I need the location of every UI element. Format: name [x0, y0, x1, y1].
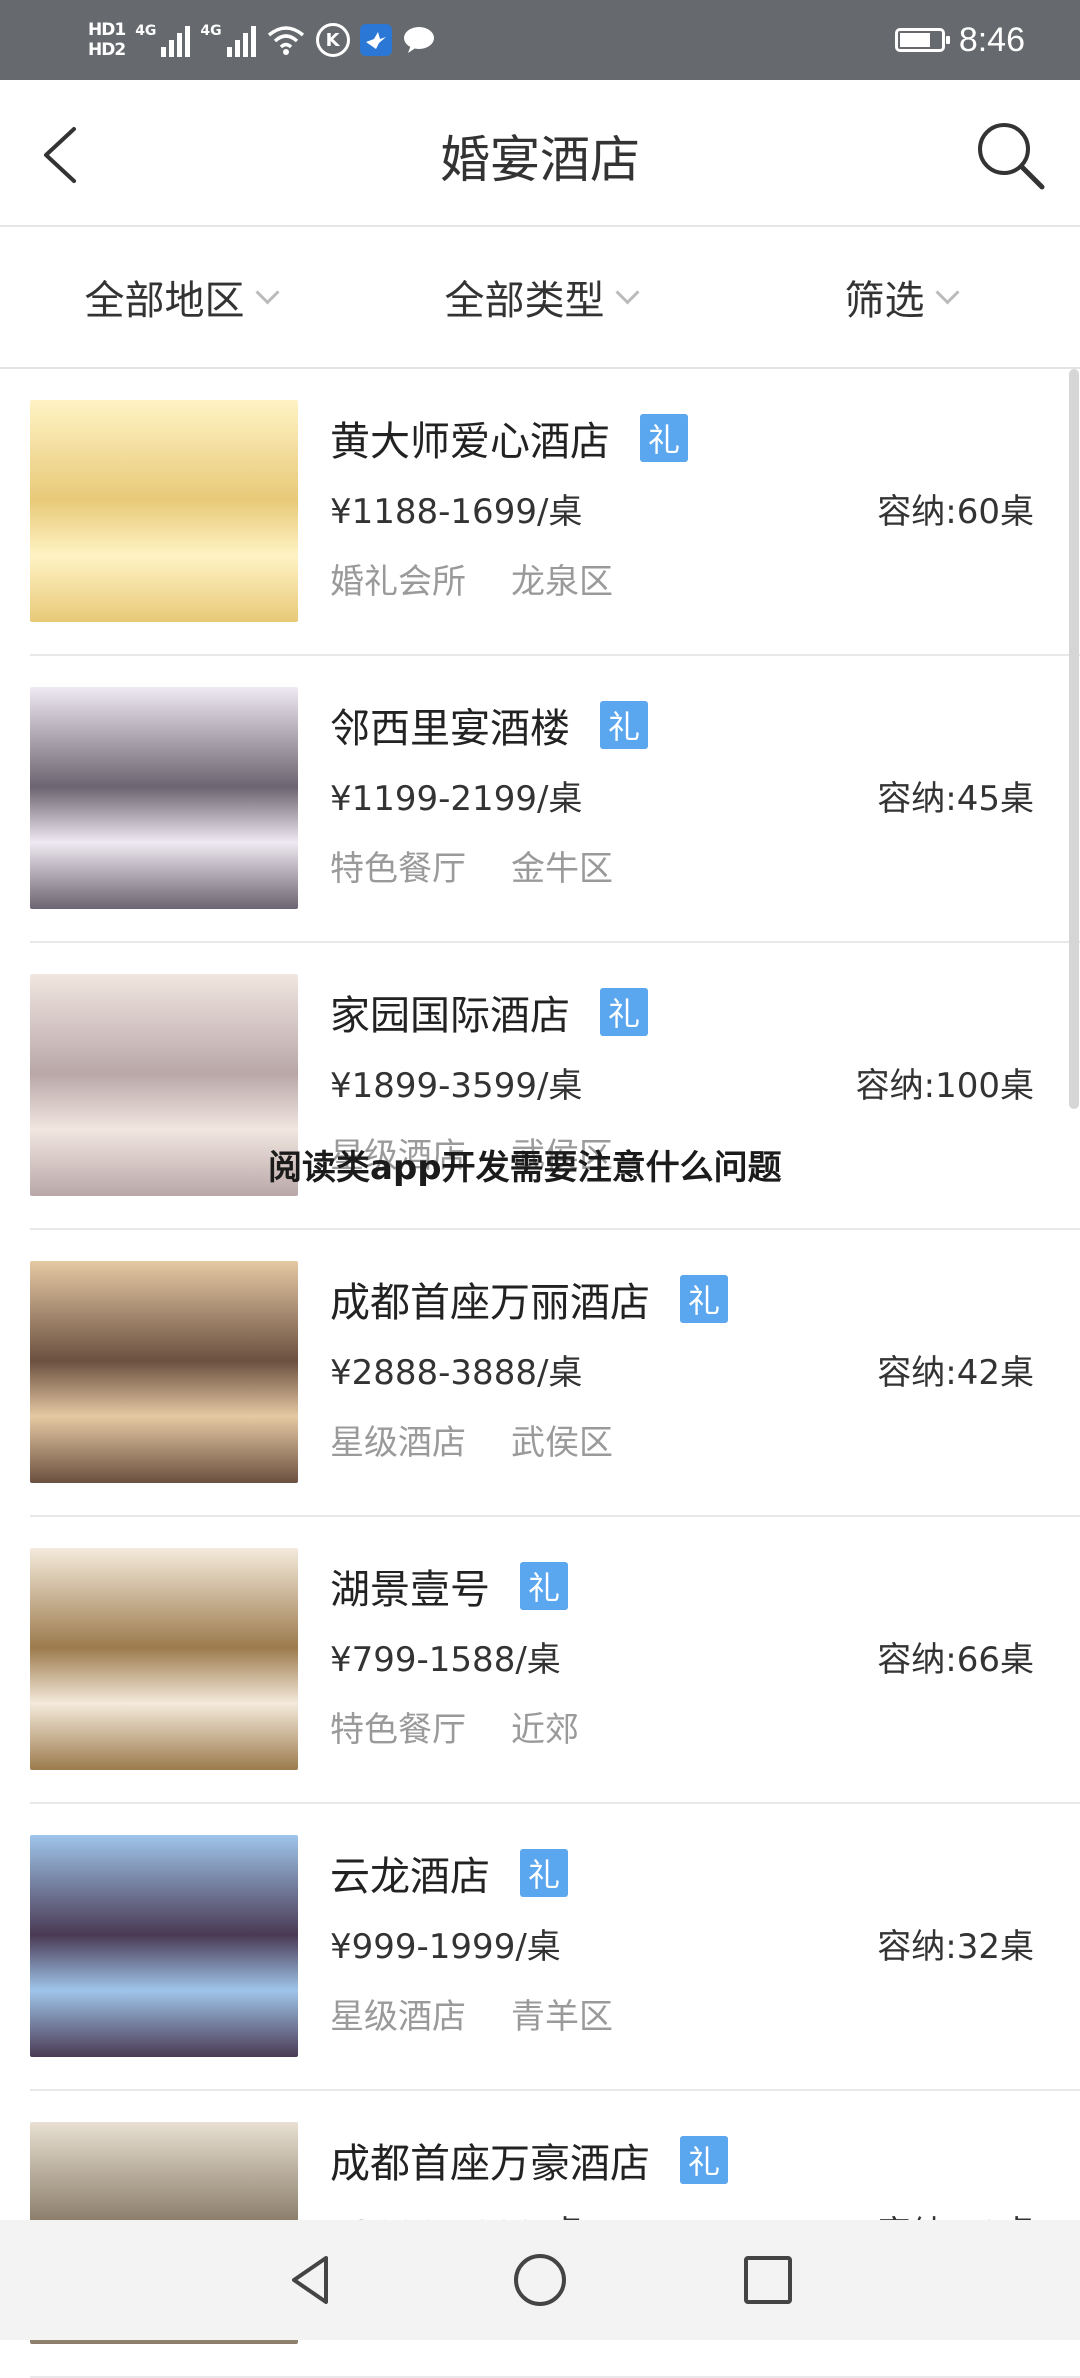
venue-capacity: 容纳:45桌 — [877, 779, 1034, 819]
signal-strength-icon: 4G — [200, 23, 256, 57]
venue-capacity: 容纳:66桌 — [877, 1640, 1034, 1680]
gift-badge: 礼 — [600, 988, 648, 1036]
venue-category-tag: 星级酒店 — [330, 1423, 466, 1463]
venue-capacity: 容纳:42桌 — [877, 1353, 1034, 1393]
venue-district-tag: 武侯区 — [511, 1423, 613, 1463]
venue-capacity: 容纳:32桌 — [877, 1927, 1034, 1967]
venue-name: 黄大师爱心酒店 — [330, 419, 610, 465]
status-right: 8:46 — [894, 16, 1025, 64]
gift-badge: 礼 — [680, 2136, 728, 2184]
venue-name: 成都首座万豪酒店 — [330, 2141, 650, 2187]
venue-tags: 婚礼会所 龙泉区 — [330, 554, 613, 603]
venue-photo — [30, 1548, 298, 1770]
chevron-down-icon — [614, 279, 640, 305]
venue-photo — [30, 1835, 298, 2057]
filter-region-dropdown[interactable]: 全部地区 — [0, 227, 360, 367]
venue-category-tag: 婚礼会所 — [330, 562, 466, 602]
venue-tags: 星级酒店 青羊区 — [330, 1989, 613, 2038]
hd-indicator: HD1 HD2 — [88, 20, 126, 60]
venue-name-row: 成都首座万丽酒店 礼 — [330, 1270, 728, 1328]
venue-district-tag: 近郊 — [511, 1710, 579, 1750]
status-left: HD1 HD2 4G 4G K — [88, 10, 436, 70]
venue-district-tag: 青羊区 — [511, 1997, 613, 2037]
chevron-down-icon — [934, 279, 960, 305]
venue-name: 云龙酒店 — [330, 1854, 490, 1900]
filter-more-dropdown[interactable]: 筛选 — [720, 227, 1080, 367]
venue-price: ¥1188-1699/桌 — [330, 492, 583, 532]
venue-price: ¥1899-3599/桌 — [330, 1066, 583, 1106]
venue-capacity: 容纳:60桌 — [877, 492, 1034, 532]
filter-label: 全部地区 — [84, 278, 245, 324]
venue-name-row: 云龙酒店 礼 — [330, 1844, 568, 1902]
venue-list: 黄大师爱心酒店 礼 ¥1188-1699/桌 容纳:60桌 婚礼会所 龙泉区 邻… — [0, 369, 1080, 2378]
top-navigation: 婚宴酒店 — [0, 80, 1080, 227]
venue-photo — [30, 400, 298, 622]
k-app-icon: K — [315, 23, 350, 57]
gift-badge: 礼 — [640, 414, 688, 462]
venue-category-tag: 星级酒店 — [330, 1997, 466, 2037]
venue-name: 湖景壹号 — [330, 1567, 490, 1613]
chat-bubble-icon — [403, 27, 434, 53]
venue-list-item[interactable]: 成都首座万丽酒店 礼 ¥2888-3888/桌 容纳:42桌 星级酒店 武侯区 — [30, 1230, 1080, 1517]
venue-capacity: 容纳:100桌 — [855, 1066, 1034, 1106]
venue-list-item[interactable]: 湖景壹号 礼 ¥799-1588/桌 容纳:66桌 特色餐厅 近郊 — [30, 1517, 1080, 1804]
venue-district-tag: 龙泉区 — [511, 562, 613, 602]
venue-photo — [30, 974, 298, 1196]
watermark-text: 阅读类app开发需要注意什么问题 — [268, 1148, 782, 1188]
status-bar: HD1 HD2 4G 4G K 8:46 — [0, 0, 1080, 80]
search-icon[interactable] — [970, 115, 1050, 195]
square-recents-icon[interactable] — [738, 2250, 798, 2310]
bird-app-icon — [359, 24, 392, 56]
venue-name-row: 成都首座万豪酒店 礼 — [330, 2131, 728, 2189]
venue-price: ¥2888-3888/桌 — [330, 1353, 583, 1393]
venue-district-tag: 金牛区 — [511, 849, 613, 889]
gift-badge: 礼 — [600, 701, 648, 749]
venue-tags: 特色餐厅 近郊 — [330, 1702, 579, 1751]
venue-name: 家园国际酒店 — [330, 993, 570, 1039]
system-navigation-bar — [0, 2220, 1080, 2340]
clock: 8:46 — [958, 20, 1025, 59]
venue-list-item[interactable]: 黄大师爱心酒店 礼 ¥1188-1699/桌 容纳:60桌 婚礼会所 龙泉区 — [30, 369, 1080, 656]
page-title: 婚宴酒店 — [440, 131, 640, 189]
signal-strength-icon: 4G — [135, 23, 191, 57]
triangle-back-icon[interactable] — [282, 2250, 342, 2310]
venue-name: 成都首座万丽酒店 — [330, 1280, 650, 1326]
venue-name-row: 家园国际酒店 礼 — [330, 983, 648, 1041]
venue-photo — [30, 687, 298, 909]
venue-name-row: 邻西里宴酒楼 礼 — [330, 696, 648, 754]
filter-bar: 全部地区 全部类型 筛选 — [0, 227, 1080, 369]
venue-price: ¥999-1999/桌 — [330, 1927, 561, 1967]
filter-label: 筛选 — [844, 278, 925, 324]
venue-price: ¥1199-2199/桌 — [330, 779, 583, 819]
venue-price: ¥799-1588/桌 — [330, 1640, 561, 1680]
scrollbar-thumb[interactable] — [1069, 369, 1079, 1109]
chevron-down-icon — [254, 279, 280, 305]
filter-label: 全部类型 — [444, 278, 605, 324]
wifi-icon — [267, 26, 304, 55]
venue-category-tag: 特色餐厅 — [330, 1710, 466, 1750]
circle-home-icon[interactable] — [510, 2250, 570, 2310]
gift-badge: 礼 — [520, 1849, 568, 1897]
battery-icon — [894, 28, 950, 52]
venue-photo — [30, 1261, 298, 1483]
venue-name-row: 湖景壹号 礼 — [330, 1557, 568, 1615]
venue-list-item[interactable]: 邻西里宴酒楼 礼 ¥1199-2199/桌 容纳:45桌 特色餐厅 金牛区 — [30, 656, 1080, 943]
venue-name-row: 黄大师爱心酒店 礼 — [330, 409, 688, 467]
venue-category-tag: 特色餐厅 — [330, 849, 466, 889]
venue-list-item[interactable]: 云龙酒店 礼 ¥999-1999/桌 容纳:32桌 星级酒店 青羊区 — [30, 1804, 1080, 2091]
filter-type-dropdown[interactable]: 全部类型 — [360, 227, 720, 367]
venue-tags: 特色餐厅 金牛区 — [330, 841, 613, 890]
venue-tags: 星级酒店 武侯区 — [330, 1415, 613, 1464]
gift-badge: 礼 — [520, 1562, 568, 1610]
gift-badge: 礼 — [680, 1275, 728, 1323]
venue-name: 邻西里宴酒楼 — [330, 706, 570, 752]
